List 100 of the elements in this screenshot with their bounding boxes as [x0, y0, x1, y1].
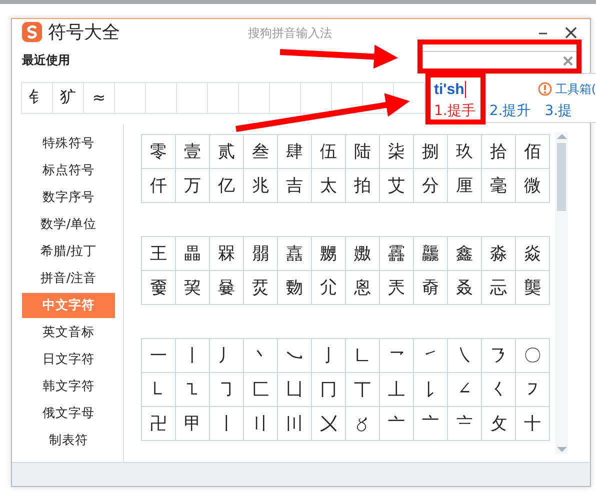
- symbol-key[interactable]: 巭: [176, 270, 210, 305]
- symbol-key[interactable]: 兆: [244, 168, 278, 203]
- symbol-key[interactable]: 龘: [414, 236, 448, 271]
- symbol-key[interactable]: ㇏: [448, 338, 482, 373]
- scroll-up-icon[interactable]: [556, 132, 568, 141]
- pinyin-input[interactable]: ti'sh: [434, 80, 466, 98]
- symbol-key[interactable]: 亅: [312, 338, 346, 373]
- category-item[interactable]: 特殊符号: [22, 130, 115, 156]
- symbol-key[interactable]: 攵: [482, 406, 516, 441]
- symbol-key[interactable]: 〦: [414, 406, 448, 441]
- symbol-key[interactable]: 仟: [142, 168, 176, 203]
- scrollbar[interactable]: [555, 132, 568, 454]
- symbol-key[interactable]: ㇙: [414, 372, 448, 407]
- symbol-key[interactable]: 鑫: [448, 236, 482, 271]
- minimize-button[interactable]: –: [534, 22, 552, 42]
- symbol-key[interactable]: 拍: [346, 168, 380, 203]
- symbol-key[interactable]: 亿: [210, 168, 244, 203]
- symbol-key[interactable]: 玖: [448, 134, 482, 169]
- symbol-key[interactable]: 甲: [176, 406, 210, 441]
- symbol-key[interactable]: 尣: [312, 270, 346, 305]
- symbol-key[interactable]: 捌: [414, 134, 448, 169]
- symbol-key[interactable]: 肆: [278, 134, 312, 169]
- symbol-key[interactable]: 王: [142, 236, 176, 271]
- symbol-key[interactable]: 龑: [516, 270, 550, 305]
- search-field[interactable]: [422, 50, 578, 71]
- symbol-key[interactable]: ㇛: [482, 372, 516, 407]
- symbol-key[interactable]: 〡: [210, 406, 244, 441]
- candidate-word[interactable]: 2.提升: [489, 102, 531, 120]
- close-button[interactable]: ×: [562, 22, 580, 42]
- symbol-key[interactable]: ㇅: [176, 372, 210, 407]
- symbol-key[interactable]: ㇆: [210, 372, 244, 407]
- clear-icon[interactable]: [563, 56, 573, 66]
- symbol-key[interactable]: 钅: [21, 82, 53, 114]
- symbol-key[interactable]: ∠: [448, 372, 482, 407]
- category-item[interactable]: 数字序号: [22, 184, 115, 210]
- symbol-key[interactable]: 靐: [380, 236, 414, 271]
- symbol-key[interactable]: ≈: [83, 82, 115, 114]
- symbol-key[interactable]: 嫑: [142, 270, 176, 305]
- symbol-key[interactable]: ㇖: [380, 338, 414, 373]
- candidate-word[interactable]: 3.提: [544, 102, 572, 120]
- symbol-key[interactable]: 亠: [380, 406, 414, 441]
- category-item[interactable]: 日文字符: [22, 346, 115, 372]
- symbol-key[interactable]: 分: [414, 168, 448, 203]
- category-item[interactable]: 标点符号: [22, 158, 115, 183]
- category-item[interactable]: 韩文字符: [22, 374, 115, 399]
- symbol-key[interactable]: 覅: [278, 270, 312, 305]
- symbol-key[interactable]: 忈: [482, 270, 516, 305]
- category-item[interactable]: 英文音标: [22, 320, 115, 345]
- symbol-key[interactable]: ㇀: [414, 338, 448, 373]
- scroll-down-icon[interactable]: [556, 444, 568, 454]
- symbol-key[interactable]: 万: [176, 168, 210, 203]
- symbol-key[interactable]: 奣: [414, 270, 448, 305]
- category-item[interactable]: 数学/单位: [22, 212, 115, 237]
- symbol-key[interactable]: 〥: [346, 406, 380, 441]
- symbol-key[interactable]: ㇃: [278, 338, 312, 373]
- symbol-key[interactable]: 零: [142, 134, 176, 169]
- symbol-key[interactable]: 柒: [380, 134, 414, 169]
- symbol-key[interactable]: 匚: [244, 372, 278, 407]
- symbol-key[interactable]: 丨: [176, 338, 210, 373]
- symbol-key[interactable]: 兲: [380, 270, 414, 305]
- candidate-word[interactable]: 1.提手: [434, 102, 476, 120]
- symbol-key[interactable]: 艾: [380, 168, 414, 203]
- category-item[interactable]: 俄文字母: [22, 400, 115, 426]
- symbol-key[interactable]: 嘦: [210, 270, 244, 305]
- symbol-key[interactable]: ㇋: [482, 338, 516, 373]
- symbol-key[interactable]: 一: [142, 338, 176, 373]
- symbol-key[interactable]: 陆: [346, 134, 380, 169]
- symbol-key[interactable]: 恖: [346, 270, 380, 305]
- symbol-key[interactable]: 〸: [516, 406, 550, 441]
- symbol-key[interactable]: 烎: [244, 270, 278, 305]
- symbol-key[interactable]: 吉: [278, 168, 312, 203]
- symbol-key[interactable]: 犷: [52, 82, 84, 114]
- symbol-key[interactable]: ㇄: [142, 372, 176, 407]
- symbol-key[interactable]: 拾: [482, 134, 516, 169]
- symbol-key[interactable]: 焱: [516, 236, 550, 271]
- symbol-key[interactable]: 伍: [312, 134, 346, 169]
- symbol-key[interactable]: 丄: [380, 372, 414, 407]
- symbol-key[interactable]: 壹: [176, 134, 210, 169]
- category-item[interactable]: 拼音/注音: [22, 266, 115, 291]
- scroll-thumb[interactable]: [557, 142, 566, 211]
- symbol-key[interactable]: 贰: [210, 134, 244, 169]
- symbol-key[interactable]: 太: [312, 168, 346, 203]
- symbol-key[interactable]: 〧: [448, 406, 482, 441]
- symbol-key[interactable]: 微: [516, 168, 550, 203]
- symbol-key[interactable]: 嫐: [346, 236, 380, 271]
- symbol-key[interactable]: 〤: [312, 406, 346, 441]
- symbol-key[interactable]: ㇗: [346, 338, 380, 373]
- symbol-key[interactable]: 〇: [516, 338, 550, 373]
- symbol-key[interactable]: 朤: [244, 236, 278, 271]
- category-item[interactable]: 制表符: [22, 428, 115, 453]
- symbol-key[interactable]: 〢: [244, 406, 278, 441]
- symbol-key[interactable]: 丅: [346, 372, 380, 407]
- symbol-key[interactable]: 畾: [176, 236, 210, 271]
- category-item[interactable]: 希腊/拉丁: [22, 238, 115, 264]
- symbol-key[interactable]: 嚞: [278, 236, 312, 271]
- symbol-key[interactable]: 叒: [448, 270, 482, 305]
- symbol-key[interactable]: 槑: [210, 236, 244, 271]
- symbol-key[interactable]: 厘: [448, 168, 482, 203]
- symbol-key[interactable]: 嬲: [312, 236, 346, 271]
- symbol-key[interactable]: 佰: [516, 134, 550, 169]
